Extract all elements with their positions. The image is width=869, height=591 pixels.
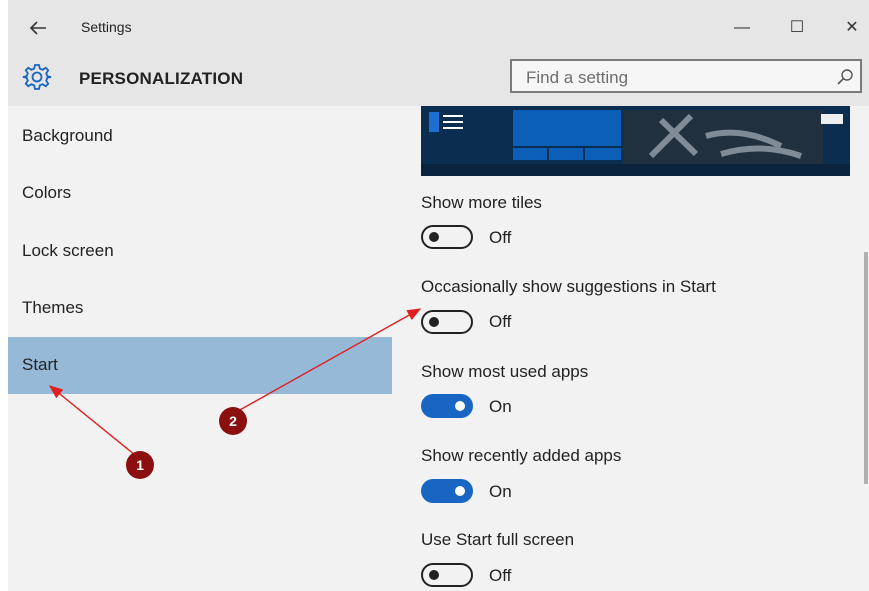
section-header: PERSONALIZATION — [8, 56, 869, 106]
sidebar-item-colors[interactable]: Colors — [8, 165, 392, 222]
sidebar-item-label: Start — [22, 355, 58, 374]
window-title: Settings — [81, 19, 132, 35]
toggle-suggestions[interactable] — [421, 310, 473, 334]
sidebar-item-label: Themes — [22, 298, 84, 317]
sidebar-item-lock-screen[interactable]: Lock screen — [8, 223, 392, 280]
settings-content: Show more tiles Off Occasionally show su… — [392, 106, 869, 591]
setting-label-show-more-tiles: Show more tiles — [421, 193, 542, 212]
setting-label-full-screen: Use Start full screen — [421, 530, 575, 549]
scrollbar-thumb[interactable] — [864, 252, 868, 484]
toggle-recently-added-apps[interactable] — [421, 479, 473, 503]
sidebar-item-themes[interactable]: Themes — [8, 280, 392, 337]
sidebar-item-start[interactable]: Start — [8, 337, 392, 394]
toggle-most-used-apps[interactable] — [421, 394, 473, 418]
toggle-state-label: Off — [489, 228, 512, 247]
back-button[interactable] — [24, 14, 52, 42]
toggle-knob — [429, 232, 439, 242]
start-preview-graphic — [421, 106, 850, 176]
setting-label-suggestions: Occasionally show suggestions in Start — [421, 277, 716, 296]
search-input[interactable] — [524, 66, 828, 90]
sidebar-item-label: Lock screen — [22, 241, 114, 260]
settings-window: Settings — ☐ ✕ PERSONALIZATION Backgroun… — [8, 0, 869, 591]
annotation-number-2: 2 — [229, 413, 237, 429]
arrow-left-icon — [29, 21, 46, 35]
toggle-state-label: On — [489, 482, 512, 501]
toggle-state-label: Off — [489, 312, 512, 331]
search-box[interactable] — [510, 59, 862, 93]
setting-label-most-used-apps: Show most used apps — [421, 362, 589, 381]
gear-icon — [22, 64, 52, 90]
toggle-full-screen[interactable] — [421, 563, 473, 587]
toggle-state-label: Off — [489, 566, 512, 585]
toggle-state-label: On — [489, 397, 512, 416]
search-icon[interactable] — [836, 68, 854, 86]
sidebar-item-label: Background — [22, 126, 113, 145]
start-preview-image — [421, 106, 850, 176]
sidebar: Background Colors Lock screen Themes Sta… — [8, 106, 392, 591]
toggle-knob — [429, 317, 439, 327]
sidebar-item-background[interactable]: Background — [8, 108, 392, 165]
page-title: PERSONALIZATION — [79, 69, 244, 88]
maximize-button[interactable]: ☐ — [783, 14, 811, 42]
toggle-show-more-tiles[interactable] — [421, 225, 473, 249]
toggle-knob — [455, 486, 465, 496]
toggle-knob — [455, 401, 465, 411]
minimize-button[interactable]: — — [728, 14, 756, 42]
annotation-number-1: 1 — [136, 457, 144, 473]
title-bar: Settings — ☐ ✕ — [8, 0, 869, 56]
setting-label-recently-added-apps: Show recently added apps — [421, 446, 622, 465]
close-button[interactable]: ✕ — [838, 14, 866, 42]
toggle-knob — [429, 570, 439, 580]
sidebar-item-label: Colors — [22, 183, 72, 202]
